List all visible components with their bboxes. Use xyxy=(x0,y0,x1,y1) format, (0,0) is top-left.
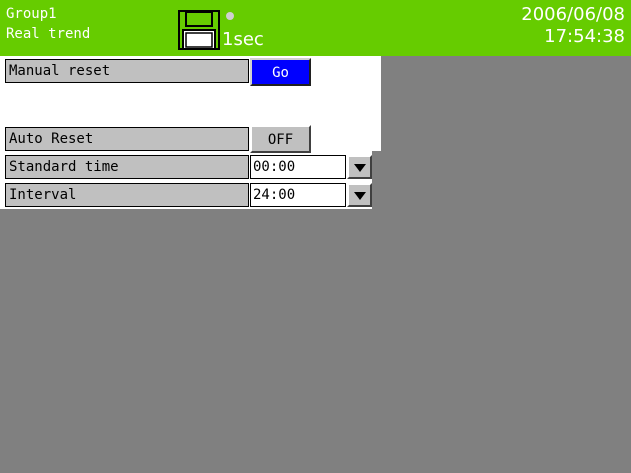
interval-field[interactable]: 24:00 xyxy=(250,183,346,207)
auto-reset-toggle-button[interactable]: OFF xyxy=(250,125,311,153)
sampling-interval: 1sec xyxy=(222,29,264,50)
header-titles: Group1 Real trend xyxy=(6,4,90,44)
header-bar: Group1 Real trend 1sec 2006/06/08 17:54:… xyxy=(0,0,631,56)
time: 17:54:38 xyxy=(544,26,625,47)
standard-time-field[interactable]: 00:00 xyxy=(250,155,346,179)
status-dot-icon xyxy=(226,12,234,20)
auto-reset-label: Auto Reset xyxy=(5,127,249,151)
floppy-disk-icon xyxy=(178,10,220,50)
manual-reset-go-button[interactable]: Go xyxy=(250,58,311,86)
chevron-down-icon xyxy=(354,192,366,200)
standard-time-dropdown-button[interactable] xyxy=(347,155,372,179)
group-name: Group1 xyxy=(6,6,57,22)
screen: Group1 Real trend 1sec 2006/06/08 17:54:… xyxy=(0,0,631,473)
date: 2006/06/08 xyxy=(521,4,625,25)
manual-reset-label: Manual reset xyxy=(5,59,249,83)
chevron-down-icon xyxy=(354,164,366,172)
display-mode: Real trend xyxy=(6,26,91,42)
interval-label: Interval xyxy=(5,183,249,207)
standard-time-label: Standard time xyxy=(5,155,249,179)
interval-dropdown-button[interactable] xyxy=(347,183,372,207)
datetime: 2006/06/08 17:54:38 xyxy=(521,4,625,48)
